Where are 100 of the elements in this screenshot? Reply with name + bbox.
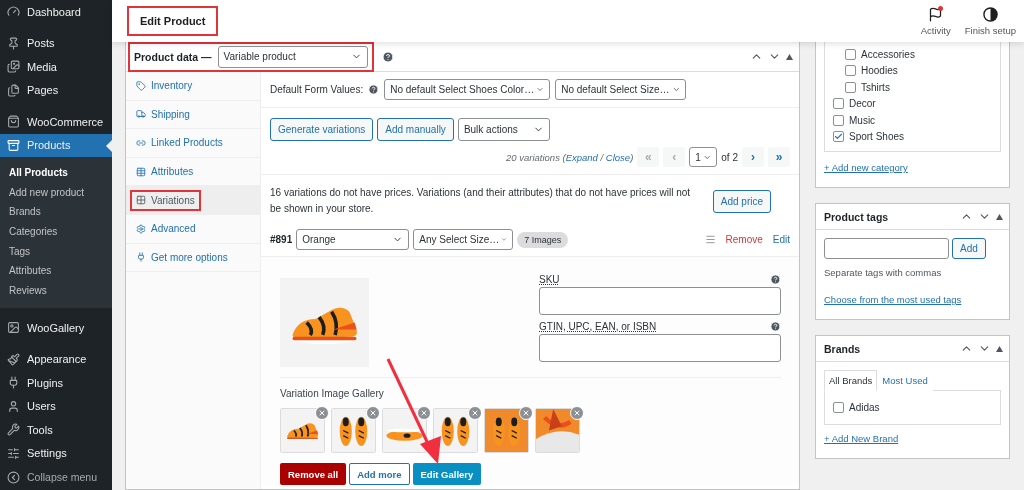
menu-item[interactable]: Settings — [0, 441, 112, 466]
brand-label: Adidas — [849, 401, 880, 413]
checkbox[interactable] — [833, 114, 844, 126]
field-label: SKU — [539, 274, 560, 285]
most-used-tags-link[interactable]: Choose from the most used tags — [824, 294, 962, 305]
menu-item[interactable]: Plugins — [0, 371, 112, 395]
menu-item[interactable]: Tools — [0, 418, 112, 442]
page-title: Edit Product — [127, 6, 219, 36]
submenu-item[interactable]: All Products — [0, 163, 112, 183]
product-data-tab[interactable]: Get more options — [130, 246, 234, 268]
product-data-tab[interactable]: Shipping — [130, 103, 196, 125]
close-icon — [318, 409, 326, 417]
submenu-item[interactable]: Add new product — [0, 182, 112, 203]
drag-handle-icon[interactable] — [704, 234, 716, 245]
half-circle-icon — [982, 6, 998, 22]
checkbox[interactable] — [833, 98, 844, 110]
attribute-select[interactable]: Any Select Size… — [413, 229, 514, 250]
box-title: Brands — [824, 342, 861, 355]
toggle-triangle-icon[interactable] — [996, 345, 1003, 352]
bulk-actions-select[interactable]: Bulk actions — [457, 118, 550, 141]
close-icon — [573, 409, 581, 417]
variations-count: 20 variations (Expand / Close) — [506, 151, 634, 163]
submenu-item[interactable]: Tags — [0, 241, 112, 261]
gallery-button[interactable]: Edit Gallery — [412, 463, 482, 485]
attribute-select[interactable]: Orange — [296, 229, 410, 250]
category-label: Decor — [849, 98, 876, 110]
add-brand-link[interactable]: + Add New Brand — [824, 432, 899, 444]
checkbox[interactable] — [833, 131, 844, 143]
default-value-select[interactable]: No default Select Size… — [555, 79, 687, 100]
activity-button[interactable]: Activity — [920, 6, 951, 36]
remove-image-button[interactable] — [315, 406, 329, 420]
category-label: Hoodies — [861, 65, 898, 77]
default-value-select[interactable]: No default Select Shoes Color… — [384, 79, 551, 100]
next-page-button[interactable]: › — [742, 147, 764, 167]
collapse-menu-button[interactable]: Collapse menu — [0, 465, 112, 490]
gauge-icon — [7, 5, 20, 19]
text-field[interactable] — [539, 287, 781, 315]
menu-item[interactable]: WooCommerce — [0, 110, 112, 134]
checkbox[interactable] — [845, 65, 856, 77]
expand-link[interactable]: Expand — [565, 151, 598, 163]
product-data-tab[interactable]: Advanced — [130, 218, 202, 240]
remove-image-button[interactable] — [417, 406, 431, 420]
page-select[interactable]: 1 — [689, 147, 718, 167]
brands-tab[interactable]: All Brands — [824, 370, 878, 391]
gear-icon — [136, 223, 146, 234]
menu-item[interactable]: Dashboard — [0, 0, 112, 24]
flag-icon — [928, 6, 944, 22]
remove-image-button[interactable] — [570, 406, 584, 420]
tag-field[interactable] — [824, 238, 949, 259]
product-data-tab[interactable]: Variations — [130, 189, 201, 211]
toolbar-button[interactable]: Generate variations — [270, 118, 374, 141]
submenu-item[interactable]: Categories — [0, 221, 112, 242]
plug-icon — [136, 252, 146, 263]
menu-item[interactable]: Users — [0, 394, 112, 419]
submenu-item[interactable]: Attributes — [0, 260, 112, 281]
add-category-link[interactable]: + Add new category — [824, 162, 908, 173]
menu-item[interactable]: WooGallery — [0, 316, 112, 340]
add-price-button[interactable]: Add price — [712, 189, 771, 213]
gallery-button[interactable]: Add more — [349, 463, 410, 485]
toggle-triangle-icon[interactable] — [996, 213, 1003, 220]
field-label: GTIN, UPC, EAN, or ISBN — [539, 321, 657, 332]
text-field[interactable] — [539, 334, 781, 362]
submenu-item[interactable]: Reviews — [0, 280, 112, 301]
menu-item[interactable]: Appearance — [0, 347, 112, 372]
menu-item[interactable]: Posts — [0, 31, 112, 55]
finish-setup-button[interactable]: Finish setup — [964, 6, 1016, 36]
remove-image-button[interactable] — [519, 406, 533, 420]
remove-image-button[interactable] — [366, 406, 380, 420]
checkbox[interactable] — [845, 81, 856, 93]
category-label: Music — [849, 114, 876, 126]
product-data-tab[interactable]: Attributes — [130, 161, 200, 183]
user-icon — [7, 399, 20, 413]
category-label: Tshirts — [861, 81, 890, 93]
edit-link[interactable]: Edit — [772, 234, 790, 245]
help-icon[interactable] — [381, 50, 394, 63]
remove-link[interactable]: Remove — [725, 234, 763, 245]
product-type-select[interactable]: Variable product — [217, 45, 368, 68]
toolbar-button[interactable]: Add manually — [377, 118, 454, 141]
menu-item[interactable]: Products — [0, 133, 112, 157]
pages-icon — [7, 83, 20, 97]
submenu-item[interactable]: Brands — [0, 202, 112, 222]
toggle-triangle-icon[interactable] — [786, 53, 793, 60]
checkbox[interactable] — [833, 401, 844, 413]
page-count: of 2 — [721, 151, 738, 163]
image-icon — [7, 321, 20, 335]
add-tag-button[interactable]: Add — [952, 238, 986, 259]
product-data-tab[interactable]: Inventory — [130, 75, 199, 97]
checkbox[interactable] — [845, 48, 856, 60]
help-icon[interactable] — [368, 84, 380, 95]
help-icon[interactable] — [770, 274, 781, 285]
collapse-icon — [7, 470, 20, 484]
help-icon[interactable] — [770, 321, 781, 332]
tag-icon — [136, 80, 146, 91]
product-data-tab[interactable]: Linked Products — [130, 132, 229, 154]
grid-icon — [136, 195, 146, 206]
last-page-button[interactable]: » — [768, 147, 790, 167]
gallery-button[interactable]: Remove all — [280, 463, 347, 485]
remove-image-button[interactable] — [468, 406, 482, 420]
menu-item[interactable]: Media — [0, 55, 112, 79]
menu-item[interactable]: Pages — [0, 78, 112, 102]
